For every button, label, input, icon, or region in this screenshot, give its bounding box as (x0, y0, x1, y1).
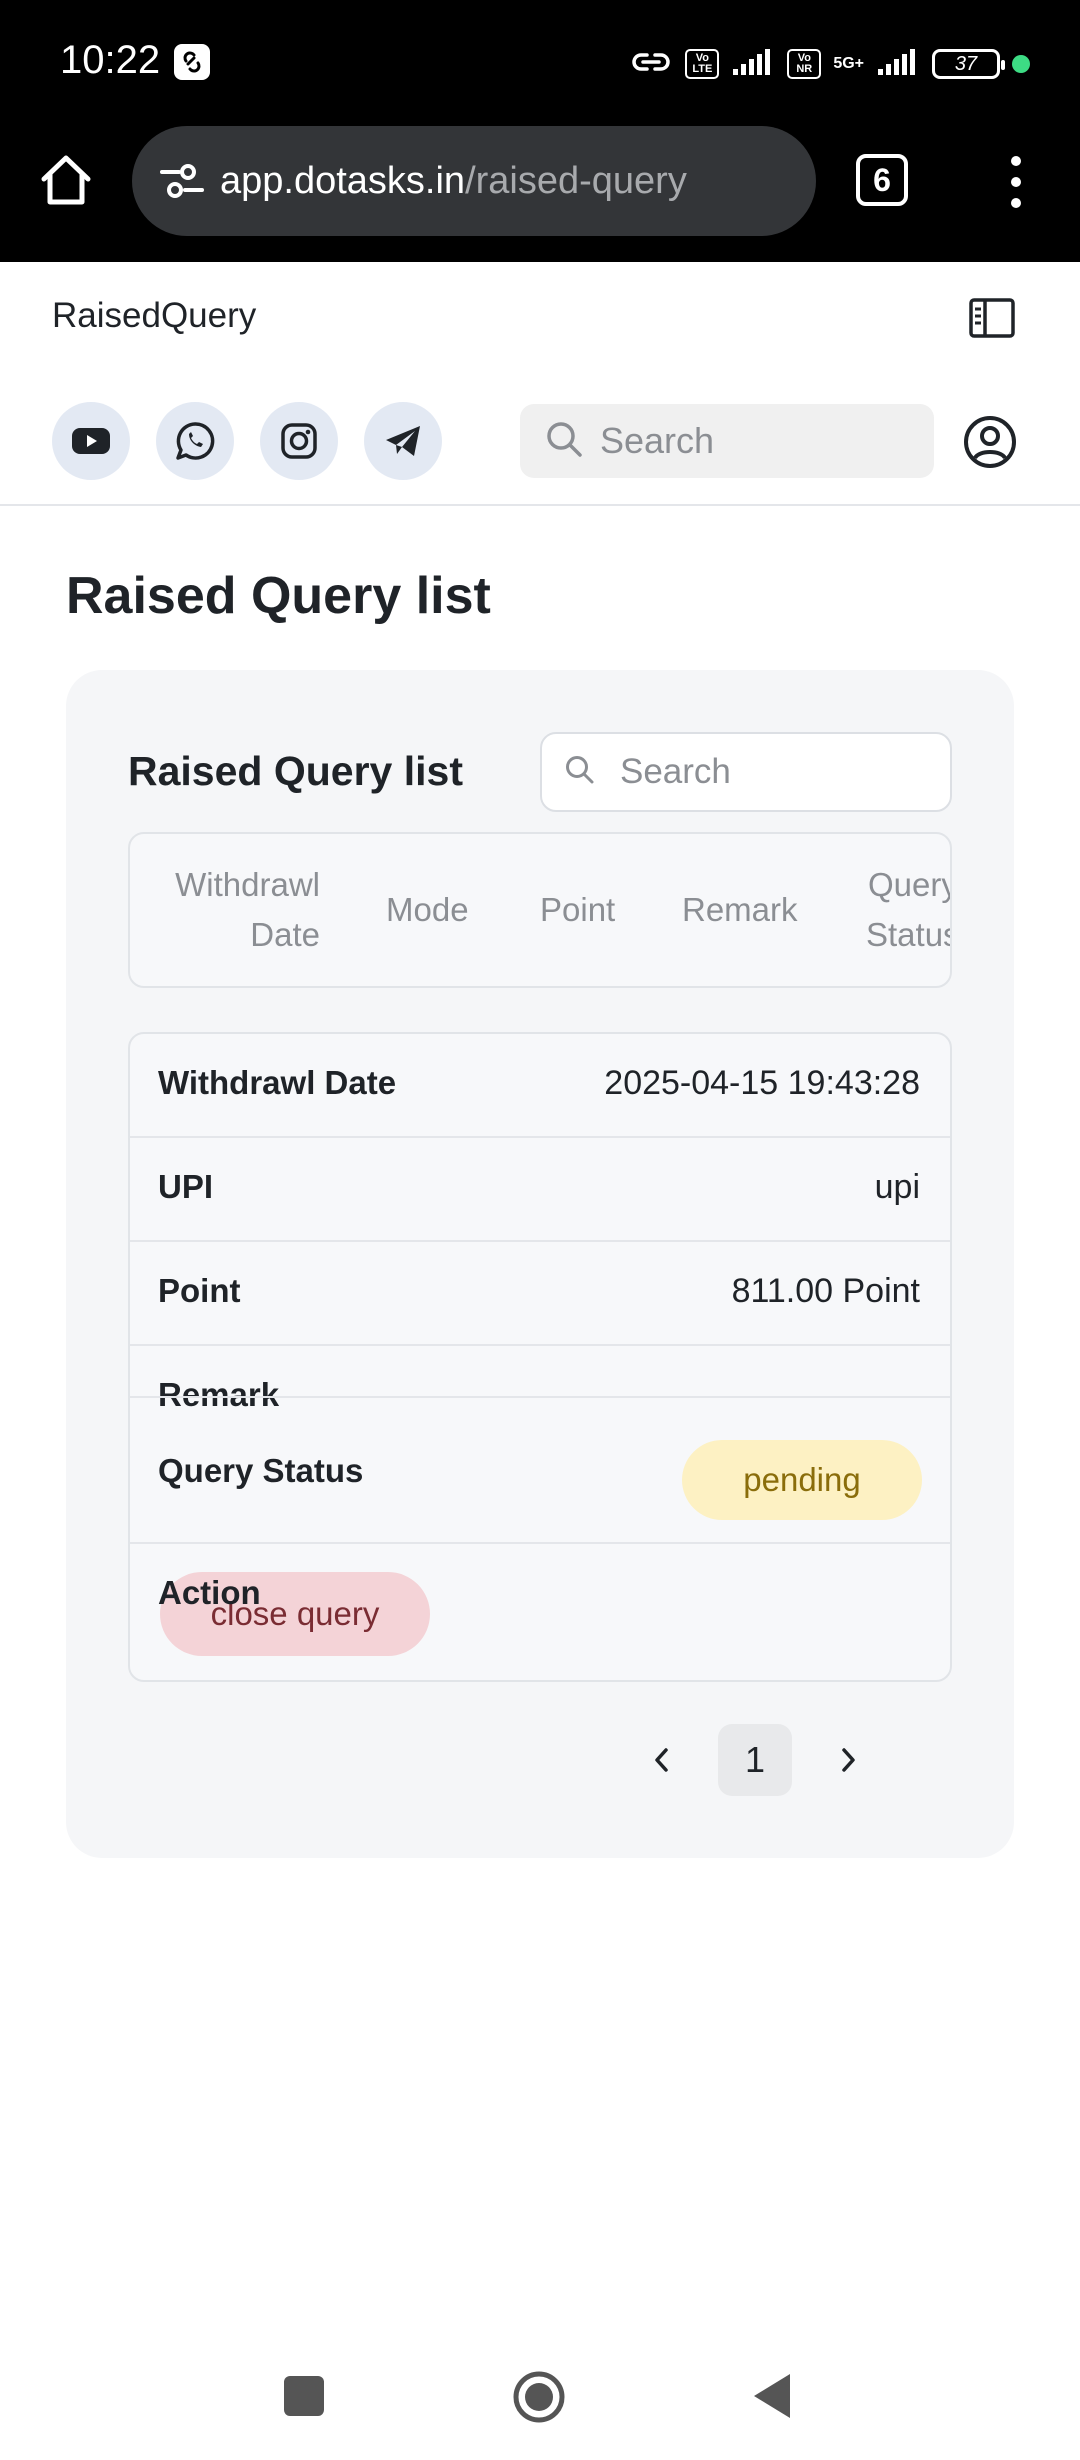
sidebar-toggle-icon[interactable] (968, 296, 1016, 340)
row-divider (130, 1396, 950, 1398)
next-page-icon[interactable] (828, 1730, 868, 1790)
search-icon (564, 754, 596, 791)
youtube-icon[interactable] (52, 402, 130, 480)
column-header-query-status[interactable]: Query Status (866, 860, 952, 960)
privacy-dot (1012, 55, 1030, 73)
site-settings-icon[interactable] (152, 151, 212, 211)
card-search-placeholder: Search (620, 752, 731, 791)
query-status-label: Query Status (158, 1452, 364, 1489)
point-label: Point (158, 1272, 241, 1309)
network-type: 5G+ (833, 55, 864, 72)
column-header-query-status-line2: Status (866, 916, 952, 953)
status-badge: pending (682, 1440, 922, 1520)
point-value: 811.00 Point (731, 1272, 920, 1310)
link-notification-icon (174, 44, 210, 80)
app-title: RaisedQuery (52, 296, 257, 335)
hotspot-link-icon (629, 47, 673, 82)
home-icon[interactable] (36, 150, 96, 210)
column-header-withdrawl-date-line2: Date (250, 916, 320, 953)
column-header-query-status-line1: Query (868, 866, 952, 903)
status-icons: Vo LTE Vo NR 5G+ 37 (629, 44, 1030, 84)
url-path: /raised-query (465, 159, 687, 202)
mode-label: UPI (158, 1168, 214, 1205)
volte-icon: Vo LTE (685, 49, 720, 79)
whatsapp-icon[interactable] (156, 402, 234, 480)
tab-count: 6 (873, 161, 891, 198)
header-divider (0, 504, 1080, 506)
browser-top-bar: 10:22 Vo LTE Vo NR 5G+ 37 app.dotasks.in… (0, 0, 1080, 262)
profile-icon[interactable] (962, 414, 1018, 470)
url-host: app.dotasks.in (220, 159, 466, 202)
status-time: 10:22 (60, 38, 161, 82)
card-title: Raised Query list (128, 748, 463, 794)
nav-home-icon[interactable] (512, 2370, 566, 2424)
url-text[interactable]: app.dotasks.in/raised-query (220, 160, 687, 203)
column-header-withdrawl-date-line1: Withdrawl (175, 866, 320, 903)
table-header: Withdrawl Date Mode Point Remark Query S… (128, 832, 952, 988)
query-record: Withdrawl Date 2025-04-15 19:43:28 UPI u… (128, 1032, 952, 1682)
mode-value: upi (874, 1168, 920, 1206)
column-header-point[interactable]: Point (540, 885, 615, 935)
search-icon (544, 419, 584, 464)
vonr-icon: Vo NR (787, 49, 822, 79)
column-header-withdrawl-date[interactable]: Withdrawl Date (160, 860, 320, 960)
withdrawl-date-label: Withdrawl Date (158, 1064, 397, 1101)
row-divider (130, 1240, 950, 1242)
battery-level: 37 (954, 52, 978, 75)
page-title: Raised Query list (66, 567, 491, 625)
battery-icon: 37 (932, 49, 1005, 79)
prev-page-icon[interactable] (642, 1730, 682, 1790)
browser-menu-icon[interactable] (996, 150, 1036, 214)
withdrawl-date-value: 2025-04-15 19:43:28 (604, 1064, 920, 1102)
back-icon[interactable] (752, 2372, 792, 2420)
page-number-button[interactable]: 1 (718, 1724, 792, 1796)
signal-icon-2 (876, 47, 920, 82)
header-search-placeholder: Search (600, 420, 715, 461)
row-divider (130, 1344, 950, 1346)
telegram-icon[interactable] (364, 402, 442, 480)
instagram-icon[interactable] (260, 402, 338, 480)
row-divider (130, 1136, 950, 1138)
action-label: Action (158, 1574, 261, 1611)
recents-icon[interactable] (284, 2376, 324, 2416)
signal-icon (731, 47, 775, 82)
card-search-input[interactable]: Search (540, 732, 952, 812)
tab-switcher-button[interactable]: 6 (856, 154, 908, 206)
header-search-input[interactable]: Search (520, 404, 934, 478)
column-header-mode[interactable]: Mode (386, 885, 469, 935)
column-header-remark[interactable]: Remark (682, 885, 798, 935)
address-bar[interactable]: app.dotasks.in/raised-query (132, 126, 816, 236)
remark-label: Remark (158, 1376, 280, 1413)
row-divider (130, 1542, 950, 1544)
